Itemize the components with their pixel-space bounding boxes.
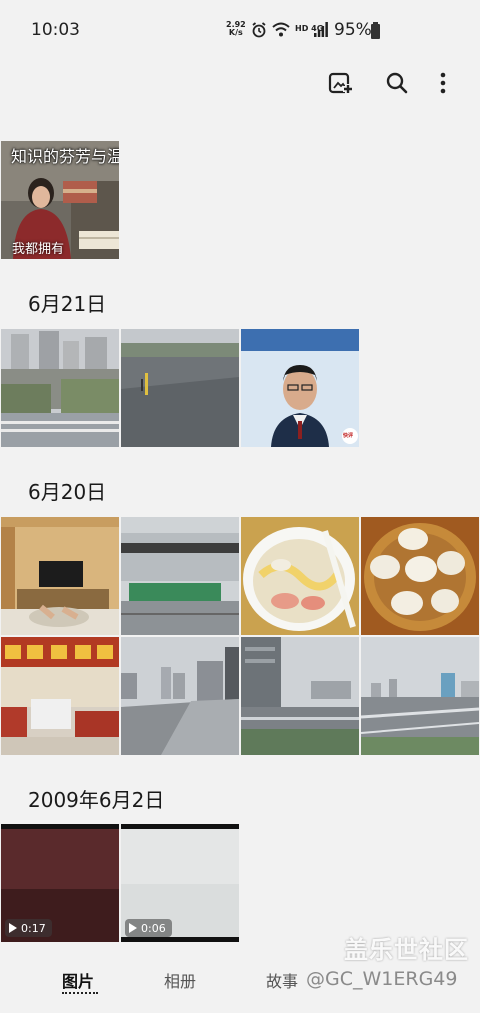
tab-pictures[interactable]: 图片 [62, 968, 94, 992]
news-badge: 快评 [343, 433, 354, 439]
photo-image [1, 517, 119, 635]
photo-image [1, 637, 119, 755]
video-duration-badge: 0:06 [125, 919, 172, 937]
add-to-collage-icon [328, 72, 353, 94]
video-duration: 0:17 [21, 921, 46, 935]
search-button[interactable] [382, 68, 412, 98]
date-header: 6月20日 [28, 480, 107, 504]
play-icon [129, 923, 137, 933]
date-header: 2009年6月2日 [28, 788, 165, 812]
signal-icon [314, 22, 328, 37]
video-thumbnail[interactable]: 0:17 [1, 824, 119, 942]
photo-image [241, 329, 359, 447]
more-vert-icon [440, 72, 446, 94]
photo-image [241, 637, 359, 755]
more-options-button[interactable] [428, 68, 458, 98]
photo-thumbnail[interactable] [1, 637, 119, 755]
date-header: 6月21日 [28, 292, 107, 316]
photo-image [121, 329, 239, 447]
photo-thumbnail[interactable] [1, 517, 119, 635]
battery-percent: 95% [334, 20, 372, 40]
photo-thumbnail[interactable] [361, 637, 479, 755]
photo-thumbnail[interactable] [121, 517, 239, 635]
video-duration-badge: 0:17 [5, 919, 52, 937]
status-bar: 10:03 2.92 K/s HD 4G 95% [0, 0, 480, 62]
status-time: 10:03 [31, 20, 80, 40]
photo-thumbnail[interactable] [241, 637, 359, 755]
speed-unit: K/s [228, 28, 243, 37]
network-speed: 2.92 K/s [226, 21, 246, 37]
alarm-icon [251, 22, 267, 38]
active-tab-indicator [62, 992, 98, 994]
photo-thumbnail[interactable] [1, 329, 119, 447]
photo-thumbnail[interactable] [121, 637, 239, 755]
watermark-site: 盖乐世社区 [344, 936, 469, 964]
photo-image [241, 517, 359, 635]
tab-albums[interactable]: 相册 [164, 968, 196, 992]
photo-image [361, 517, 479, 635]
photo-thumbnail[interactable] [241, 517, 359, 635]
create-button[interactable] [326, 68, 356, 98]
photo-thumbnail[interactable] [121, 329, 239, 447]
tab-stories[interactable]: 故事 [266, 968, 298, 992]
search-icon [386, 72, 408, 94]
play-icon [9, 923, 17, 933]
photo-image [361, 637, 479, 755]
video-duration: 0:06 [141, 921, 166, 935]
photo-image [121, 517, 239, 635]
photo-thumbnail[interactable]: 快评 [241, 329, 359, 447]
watermark-user: @GC_W1ERG49 [306, 968, 458, 990]
photo-thumbnail[interactable] [361, 517, 479, 635]
featured-caption-top: 知识的芬芳与温柔的力量 [11, 147, 119, 166]
photo-image [121, 637, 239, 755]
featured-caption-bottom: 我都拥有 [12, 242, 65, 257]
battery-icon [371, 22, 380, 39]
photo-image [1, 329, 119, 447]
video-thumbnail[interactable]: 0:06 [121, 824, 239, 942]
featured-photo[interactable]: 知识的芬芳与温柔的力量 我都拥有 [1, 141, 119, 259]
wifi-icon [272, 22, 290, 38]
